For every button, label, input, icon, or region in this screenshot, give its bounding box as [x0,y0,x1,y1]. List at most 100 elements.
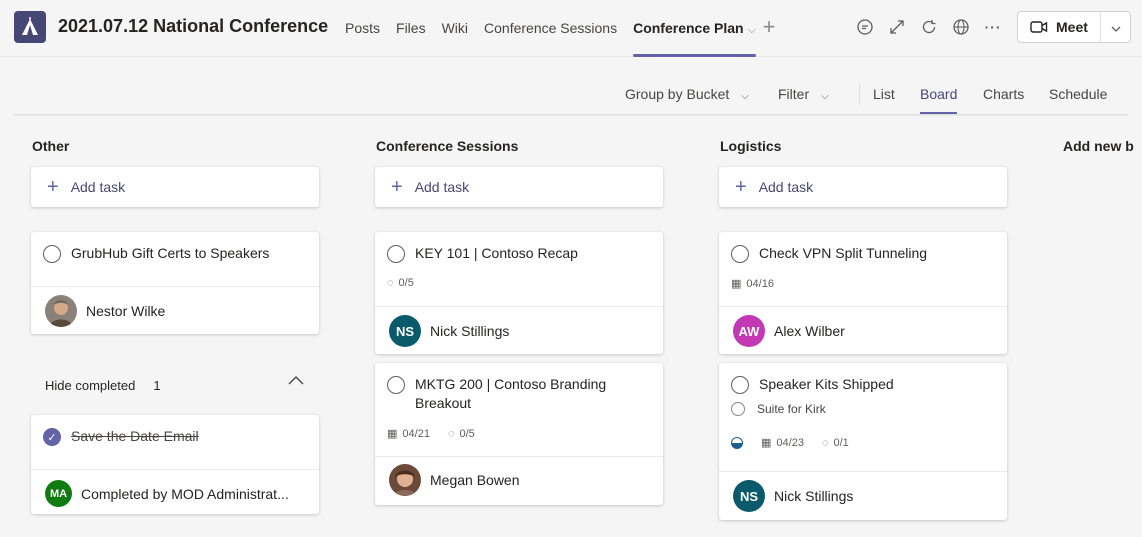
chevron-down-icon: ⌵ [821,91,829,102]
checklist-item[interactable]: Suite for Kirk [731,402,993,416]
task-assignee: Megan Bowen [389,464,520,496]
checklist-item-label: Suite for Kirk [757,402,826,416]
assignee-name: Megan Bowen [430,472,520,488]
task-meta: ▦ 04/21 ◌ 0/5 [387,427,649,441]
task-card[interactable]: KEY 101 | Contoso Recap ◌ 0/5 NS Nick Sti… [375,232,663,354]
add-task-button[interactable]: + Add task [719,167,1007,207]
task-title: MKTG 200 | Contoso Branding Breakout [415,376,607,411]
add-task-button[interactable]: + Add task [31,167,319,207]
toolbar-divider [859,83,860,105]
completed-task-card[interactable]: ✓ Save the Date Email MA Completed by MO… [31,415,319,514]
card-divider [719,306,1007,307]
globe-icon[interactable] [951,17,971,37]
task-title: Check VPN Split Tunneling [759,245,928,261]
assignee-name: Nick Stillings [430,323,510,339]
task-meta: ▦ 04/16 [731,277,993,291]
task-card[interactable]: Speaker Kits Shipped Suite for Kirk ▦ 04/… [719,363,1007,520]
team-title: 2021.07.12 National Conference [58,16,329,36]
refresh-icon[interactable] [919,17,939,37]
card-divider [375,456,663,457]
checklist-progress: ◌ 0/1 [822,437,849,449]
channel-tabs: Posts Files Wiki Conference Sessions Con… [345,0,772,57]
due-date-value: 04/23 [776,436,804,449]
bucket-title: Other [32,138,70,154]
add-tab-button[interactable]: + [758,14,780,40]
chevron-down-icon: ⌵ [741,91,749,102]
task-assignee: AW Alex Wilber [733,315,845,347]
group-by-dropdown[interactable]: Group by Bucket ⌵ [625,74,749,114]
app-header: 2021.07.12 National Conference Posts Fil… [0,0,1142,57]
bucket-logistics: Logistics + Add task Check VPN Split Tun… [719,138,1009,520]
checklist-progress: ◌ 0/5 [387,277,414,289]
avatar: NS [733,480,765,512]
tab-conference-plan[interactable]: Conference Plan ⌵ [633,0,764,57]
complete-task-checkbox[interactable] [387,245,405,263]
filter-label: Filter [778,86,810,102]
due-date-value: 04/21 [402,427,430,440]
view-board[interactable]: Board [920,74,958,114]
task-title: GrubHub Gift Certs to Speakers [71,245,270,261]
complete-task-checkbox[interactable] [387,376,405,394]
view-charts[interactable]: Charts [983,74,1024,114]
avatar: AW [733,315,765,347]
team-logo[interactable] [14,11,46,43]
tab-posts[interactable]: Posts [345,0,388,57]
add-new-bucket[interactable]: Add new b [1063,138,1142,154]
complete-task-checkbox[interactable] [43,245,61,263]
card-divider [375,306,663,307]
checklist-progress: ◌ 0/5 [448,428,475,440]
tab-conference-sessions[interactable]: Conference Sessions [484,0,625,57]
checklist-icon: ◌ [821,436,829,449]
task-meta: ▦ 04/23 ◌ 0/1 [731,436,993,449]
complete-task-checkbox[interactable] [731,376,749,394]
checklist-item-checkbox[interactable] [731,402,745,416]
bucket-title: Conference Sessions [376,138,519,154]
view-list[interactable]: List [873,74,895,114]
meet-button[interactable]: Meet [1017,11,1131,43]
plus-icon: + [391,176,403,198]
complete-task-checkbox[interactable] [731,245,749,263]
task-assignee: NS Nick Stillings [389,315,509,347]
task-assignee: Nestor Wilke [45,295,165,327]
more-options-icon[interactable]: ··· [983,17,1003,37]
checklist-count: 0/1 [833,436,849,449]
calendar-icon: ▦ [731,278,742,290]
assignee-name: Alex Wilber [774,323,845,339]
expand-icon[interactable] [887,17,907,37]
task-title: Speaker Kits Shipped [759,376,894,392]
chat-icon[interactable] [855,17,875,37]
add-task-button[interactable]: + Add task [375,167,663,207]
task-card[interactable]: Check VPN Split Tunneling ▦ 04/16 AW Alex… [719,232,1007,354]
meet-dropdown-chevron-icon[interactable] [1101,20,1130,35]
task-title: Save the Date Email [71,428,199,444]
chevron-up-icon[interactable] [287,374,305,390]
planner-toolbar: Group by Bucket ⌵ Filter ⌵ List Board Char… [14,74,1128,115]
assignee-name: Nick Stillings [774,488,854,504]
task-title: KEY 101 | Contoso Recap [415,245,578,261]
completed-check-icon[interactable]: ✓ [43,428,61,446]
avatar [45,295,77,327]
task-assignee: NS Nick Stillings [733,480,853,512]
task-card[interactable]: GrubHub Gift Certs to Speakers Nestor Wi… [31,232,319,334]
in-progress-icon [731,436,743,449]
task-card[interactable]: MKTG 200 | Contoso Branding Breakout ▦ 04… [375,363,663,505]
checklist-count: 0/5 [398,277,414,289]
chevron-down-icon[interactable]: ⌵ [748,24,756,36]
group-by-label: Group by Bucket [625,86,730,102]
hide-completed-toggle[interactable]: Hide completed 1 [45,376,305,393]
calendar-icon: ▦ [387,428,398,440]
tab-files[interactable]: Files [396,0,434,57]
meet-main-button[interactable]: Meet [1018,12,1101,42]
plus-icon: + [735,176,747,198]
filter-dropdown[interactable]: Filter ⌵ [778,74,829,114]
tent-icon [22,17,38,35]
due-date-value: 04/16 [746,277,774,290]
add-task-label: Add task [414,179,470,195]
bucket-other: Other + Add task GrubHub Gift Certs to S… [31,138,321,334]
tab-wiki[interactable]: Wiki [442,0,476,57]
task-meta: ◌ 0/5 [387,277,649,289]
add-task-label: Add task [758,179,814,195]
avatar: MA [45,480,72,507]
avatar [389,464,421,496]
view-schedule[interactable]: Schedule [1049,74,1107,114]
